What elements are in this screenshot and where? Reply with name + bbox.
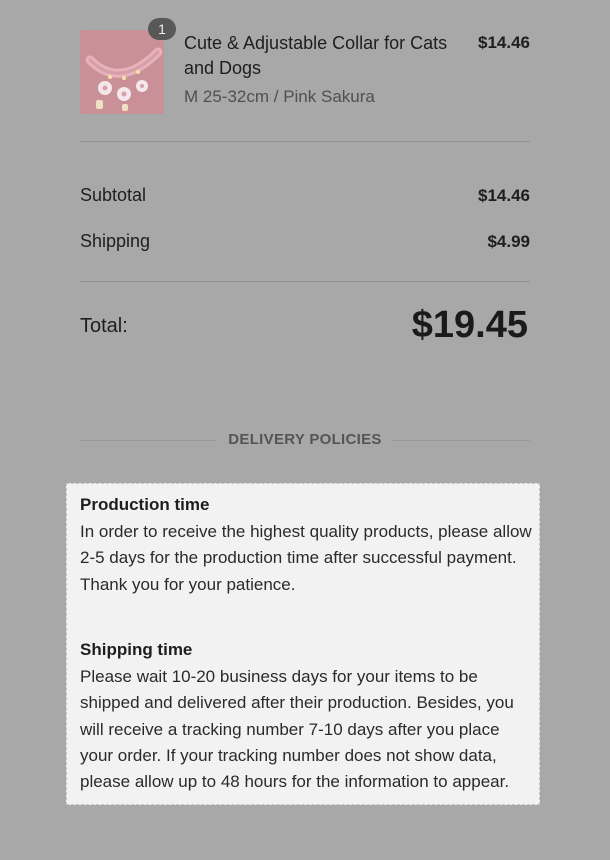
shipping-label: Shipping: [80, 231, 151, 251]
product-image: [80, 30, 164, 114]
production-time-text: In order to receive the highest quality …: [80, 522, 532, 594]
shipping-time-section: Shipping time Please wait 10-20 business…: [80, 639, 532, 795]
product-price: $14.46: [478, 33, 530, 52]
subtotal-label: Subtotal: [80, 185, 147, 205]
collar-image-icon: [80, 30, 164, 114]
quantity-badge: 1: [148, 18, 176, 40]
delivery-policies-heading: DELIVERY POLICIES: [80, 430, 530, 450]
delivery-policies-box: Production time In order to receive the …: [66, 483, 540, 805]
shipping-time-title: Shipping time: [80, 640, 193, 659]
order-item: 1 Cute & Adjustable Collar for Cats and …: [80, 18, 530, 116]
product-variant: M 25-32cm / Pink Sakura: [184, 87, 375, 106]
heading-rule-right: [392, 440, 530, 441]
shipping-time-text: Please wait 10-20 business days for your…: [80, 667, 514, 792]
divider: [80, 281, 530, 282]
production-time-title: Production time: [80, 495, 210, 514]
divider: [80, 141, 530, 142]
production-time-section: Production time In order to receive the …: [80, 494, 532, 598]
total-label: Total:: [80, 315, 128, 337]
product-name: Cute & Adjustable Collar for Cats and Do…: [184, 33, 448, 78]
total-value: $19.45: [411, 304, 528, 346]
subtotal-value: $14.46: [478, 186, 530, 205]
product-thumbnail-wrapper: 1: [80, 18, 176, 114]
shipping-value: $4.99: [487, 232, 530, 251]
